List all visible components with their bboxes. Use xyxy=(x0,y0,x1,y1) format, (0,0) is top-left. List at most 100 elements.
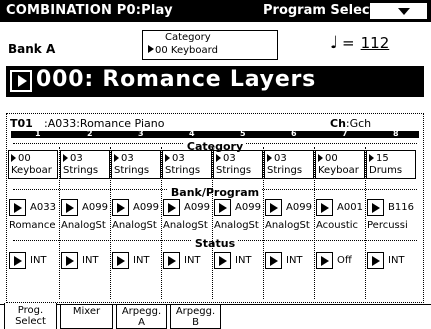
timbre-status-select[interactable]: INT xyxy=(264,251,314,271)
program-name-label: Percussi xyxy=(367,220,408,231)
chevron-down-icon xyxy=(398,8,410,15)
category-select[interactable]: Category 00 Keyboard xyxy=(142,30,278,60)
timbre-program-select[interactable]: A001 xyxy=(315,198,365,216)
status-popup-button[interactable] xyxy=(112,252,129,269)
status-value: INT xyxy=(30,255,47,266)
play-icon xyxy=(321,203,329,213)
tab-label-line2: A xyxy=(138,317,145,328)
program-popup-button[interactable] xyxy=(367,199,384,216)
category-number-text: 03 xyxy=(274,153,287,164)
timbre-program-select[interactable]: A099 xyxy=(162,198,212,216)
play-icon xyxy=(18,75,27,87)
program-name-label: AnalogSt xyxy=(214,220,259,231)
timbre-program-select[interactable]: A099 xyxy=(213,198,263,216)
timbre-panel: T01 :A033:Romance Piano Ch:Gch 12345678 … xyxy=(6,113,424,303)
program-popup-button[interactable] xyxy=(9,199,26,216)
program-number: B116 xyxy=(388,202,414,213)
tempo-equals: = xyxy=(342,34,355,52)
category-name: Keyboar xyxy=(11,165,52,176)
status-popup-button[interactable] xyxy=(265,252,282,269)
program-number: A033 xyxy=(30,202,56,213)
tab-arpegg-a[interactable]: Arpegg. A xyxy=(116,304,167,329)
program-number: A099 xyxy=(286,202,312,213)
play-icon xyxy=(14,256,22,266)
timbre-channel: Ch:Gch xyxy=(330,117,371,130)
timbre-category-select[interactable]: 00 Keyboar xyxy=(315,150,365,179)
quarter-note-icon: ♩ xyxy=(330,33,339,53)
section-status-title: Status xyxy=(191,237,239,250)
bank-label: Bank A xyxy=(8,42,56,56)
category-name: Strings xyxy=(63,165,99,176)
program-name-label: Romance xyxy=(9,220,56,231)
program-name-label: AnalogSt xyxy=(265,220,310,231)
tab-label: Prog. Select xyxy=(4,305,57,327)
status-popup-button[interactable] xyxy=(9,252,26,269)
timbre-category-select[interactable]: 03 Strings xyxy=(162,150,212,179)
program-popup-button[interactable] xyxy=(265,199,282,216)
tab-prog-select[interactable]: Prog. Select xyxy=(4,303,57,329)
tab-label-line1: Prog. xyxy=(17,305,44,316)
tab-mixer[interactable]: Mixer xyxy=(60,304,113,329)
tab-label-line1: Arpegg. xyxy=(121,306,162,317)
section-category: Category xyxy=(13,138,417,153)
timbre-category-select[interactable]: 03 Strings xyxy=(213,150,263,179)
status-popup-button[interactable] xyxy=(214,252,231,269)
tempo-display[interactable]: ♩ = 112 xyxy=(330,33,389,53)
mode-title: COMBINATION P0:Play xyxy=(6,3,173,18)
program-number: A099 xyxy=(235,202,261,213)
status-popup-button[interactable] xyxy=(163,252,180,269)
play-icon xyxy=(270,256,278,266)
timbre-category-select[interactable]: 03 Strings xyxy=(111,150,161,179)
status-popup-button[interactable] xyxy=(316,252,333,269)
program-popup-button[interactable] xyxy=(163,199,180,216)
timbre-category-select[interactable]: 03 Strings xyxy=(60,150,110,179)
program-name-label: AnalogSt xyxy=(112,220,157,231)
category-number: 03 xyxy=(114,153,134,164)
status-popup-button[interactable] xyxy=(61,252,78,269)
timbre-status-select[interactable]: INT xyxy=(162,251,212,271)
program-popup-button[interactable] xyxy=(112,199,129,216)
timbre-status-select[interactable]: INT xyxy=(111,251,161,271)
program-name[interactable]: 000: Romance Layers xyxy=(36,67,316,92)
program-name-label: AnalogSt xyxy=(163,220,208,231)
timbre-program-select[interactable]: B116 xyxy=(366,198,416,216)
timbre-category-select[interactable]: 00 Keyboar xyxy=(8,150,58,179)
section-status: Status xyxy=(13,235,417,250)
program-popup-button[interactable] xyxy=(316,199,333,216)
tab-label: Arpegg. A xyxy=(116,306,167,328)
timbre-program-select[interactable]: A099 xyxy=(111,198,161,216)
status-value: INT xyxy=(82,255,99,266)
category-number-text: 00 xyxy=(18,153,31,164)
page-menu-button[interactable] xyxy=(370,3,427,19)
category-value-wrap: 00 Keyboard xyxy=(148,45,218,56)
timbre-category-select[interactable]: 03 Strings xyxy=(264,150,314,179)
timbre-program-select[interactable]: A099 xyxy=(60,198,110,216)
tempo-value[interactable]: 112 xyxy=(361,34,390,52)
category-number: 03 xyxy=(63,153,83,164)
timbre-program-select[interactable]: A033 xyxy=(8,198,58,216)
category-number: 00 xyxy=(11,153,31,164)
status-value: INT xyxy=(286,255,303,266)
tab-arpegg-b[interactable]: Arpegg. B xyxy=(170,304,221,329)
timbre-category-select[interactable]: 15 Drums xyxy=(366,150,416,179)
timbre-status-select[interactable]: Off xyxy=(315,251,365,271)
timbre-status-select[interactable]: INT xyxy=(213,251,263,271)
category-name: Strings xyxy=(165,165,201,176)
program-popup-button[interactable] xyxy=(61,199,78,216)
program-number: A099 xyxy=(82,202,108,213)
tab-label: Mixer xyxy=(60,306,113,317)
timbre-program-select[interactable]: A099 xyxy=(264,198,314,216)
timbre-status-select[interactable]: INT xyxy=(8,251,58,271)
timbre-status-select[interactable]: INT xyxy=(60,251,110,271)
play-icon xyxy=(369,154,374,162)
status-popup-button[interactable] xyxy=(367,252,384,269)
program-popup-button[interactable] xyxy=(214,199,231,216)
program-select-button[interactable] xyxy=(10,70,32,92)
status-value: INT xyxy=(184,255,201,266)
channel-value: :Gch xyxy=(345,117,372,130)
play-icon xyxy=(114,154,119,162)
timbre-status-select[interactable]: INT xyxy=(366,251,416,271)
timbre-id-label: T01 xyxy=(10,117,33,130)
category-number: 03 xyxy=(216,153,236,164)
category-number-text: 15 xyxy=(376,153,389,164)
